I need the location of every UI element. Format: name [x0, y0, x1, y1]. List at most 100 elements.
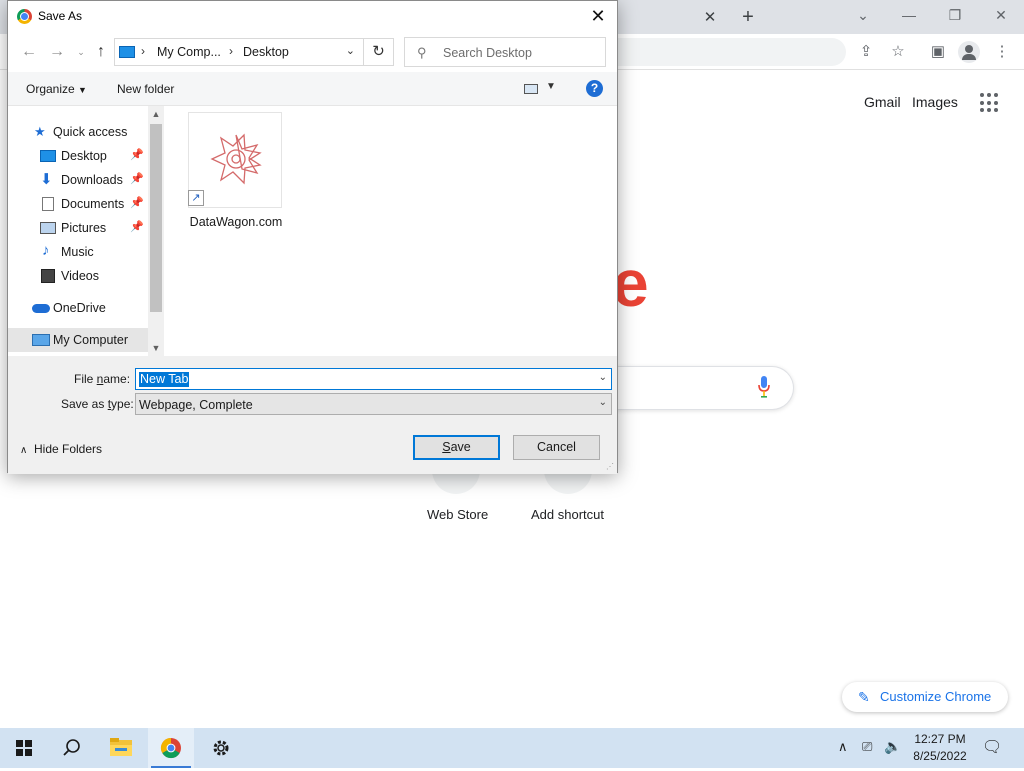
- hide-folders-toggle[interactable]: ∧ Hide Folders: [20, 442, 102, 456]
- add-shortcut-label[interactable]: Add shortcut: [531, 507, 604, 522]
- file-item[interactable]: ↗ DataWagon.com: [186, 112, 282, 229]
- refresh-button[interactable]: ↻: [364, 38, 394, 66]
- dialog-title-bar[interactable]: Save As ✕: [8, 1, 617, 32]
- pictures-icon: [40, 222, 56, 234]
- gmail-link[interactable]: Gmail: [864, 94, 901, 110]
- restore-button[interactable]: ❐: [940, 4, 970, 26]
- menu-kebab-icon[interactable]: ⋮: [992, 42, 1012, 62]
- search-input[interactable]: [441, 44, 601, 61]
- nav-item-my-computer[interactable]: My Computer: [8, 328, 148, 352]
- network-icon[interactable]: ⎚: [862, 739, 872, 755]
- back-arrow-icon[interactable]: ←: [20, 42, 38, 62]
- nav-item-pictures[interactable]: Pictures 📌: [8, 216, 148, 240]
- customize-chrome-button[interactable]: ✎ Customize Chrome: [842, 682, 1008, 712]
- customize-chrome-label: Customize Chrome: [880, 689, 992, 704]
- save-type-select[interactable]: Webpage, Complete ⌄: [135, 393, 612, 415]
- command-bar: Organize ▼ New folder ▼ ?: [8, 72, 617, 106]
- nav-item-documents[interactable]: Documents 📌: [8, 192, 148, 216]
- notifications-icon[interactable]: 🗨: [982, 737, 1002, 757]
- chevron-down-icon[interactable]: ⌄: [599, 372, 607, 383]
- file-explorer-taskbar-button[interactable]: [98, 728, 144, 768]
- recent-locations-icon[interactable]: ⌄: [72, 42, 90, 62]
- organize-label: Organize: [26, 82, 75, 96]
- nav-item-music[interactable]: ♪ Music: [8, 240, 148, 264]
- scroll-up-icon[interactable]: ▲: [148, 106, 164, 122]
- volume-icon[interactable]: 🔈: [884, 738, 901, 755]
- start-button[interactable]: [0, 728, 46, 768]
- nav-label: Downloads: [61, 173, 123, 187]
- google-apps-icon[interactable]: [980, 93, 1000, 113]
- address-breadcrumb[interactable]: › My Comp... › Desktop ⌄: [114, 38, 364, 66]
- breadcrumb-separator-icon[interactable]: ›: [229, 44, 233, 58]
- pin-icon: 📌: [130, 197, 144, 209]
- breadcrumb-separator-icon[interactable]: ›: [141, 44, 145, 58]
- file-name: DataWagon.com: [189, 215, 283, 229]
- download-icon: ⬇: [40, 171, 53, 188]
- nav-label: Desktop: [61, 149, 107, 163]
- new-tab-button[interactable]: +: [738, 6, 758, 28]
- pencil-icon: ✎: [858, 689, 870, 705]
- breadcrumb-desktop[interactable]: Desktop: [243, 45, 289, 59]
- up-arrow-icon[interactable]: ↑: [92, 42, 110, 62]
- view-options-icon[interactable]: [524, 84, 538, 94]
- scroll-down-icon[interactable]: ▼: [148, 340, 164, 356]
- file-name-value[interactable]: New Tab: [139, 372, 190, 387]
- pin-icon: 📌: [130, 149, 144, 161]
- web-store-label[interactable]: Web Store: [427, 507, 488, 522]
- file-name-field[interactable]: New Tab ⌄: [135, 368, 612, 390]
- nav-item-onedrive[interactable]: OneDrive: [8, 296, 148, 320]
- images-link[interactable]: Images: [912, 94, 958, 110]
- tab-close-icon[interactable]: ✕: [700, 8, 720, 28]
- resize-grip-icon[interactable]: ⋰: [606, 462, 614, 471]
- nav-label: My Computer: [53, 333, 129, 347]
- side-panel-icon[interactable]: ▣: [928, 42, 948, 62]
- search-box[interactable]: ⚲: [404, 37, 606, 67]
- profile-avatar-icon[interactable]: [958, 41, 980, 63]
- minimize-button[interactable]: —: [894, 4, 924, 26]
- help-icon[interactable]: ?: [586, 80, 603, 97]
- chevron-down-icon[interactable]: ⌄: [346, 44, 355, 57]
- forward-arrow-icon[interactable]: →: [48, 42, 66, 62]
- chrome-taskbar-button[interactable]: [148, 728, 194, 768]
- share-icon[interactable]: ⇪: [856, 42, 876, 62]
- nav-item-downloads[interactable]: ⬇ Downloads 📌: [8, 168, 148, 192]
- clock-date[interactable]: 8/25/2022: [910, 749, 970, 763]
- chrome-icon: [160, 737, 181, 759]
- nav-label: Quick access: [53, 125, 128, 139]
- settings-taskbar-button[interactable]: [198, 728, 244, 768]
- new-folder-button[interactable]: New folder: [117, 82, 174, 96]
- nav-item-desktop[interactable]: Desktop 📌: [8, 144, 148, 168]
- show-hidden-icons-chevron-icon[interactable]: ∧: [838, 739, 848, 755]
- save-as-dialog: Save As ✕ ← → ⌄ ↑ › My Comp... › Desktop…: [7, 0, 618, 474]
- windows-logo-icon: [16, 740, 32, 756]
- dialog-close-button[interactable]: ✕: [585, 5, 611, 29]
- organize-menu[interactable]: Organize ▼: [26, 82, 87, 96]
- save-button[interactable]: Save: [413, 435, 500, 460]
- nav-scrollbar[interactable]: ▲ ▼: [148, 106, 164, 356]
- cancel-button[interactable]: Cancel: [513, 435, 600, 460]
- navigation-row: ← → ⌄ ↑ › My Comp... › Desktop ⌄ ↻ ⚲: [8, 32, 617, 72]
- pin-icon: 📌: [130, 221, 144, 233]
- computer-icon: [32, 334, 50, 346]
- nav-label: Music: [61, 245, 94, 259]
- chrome-icon: [17, 9, 32, 24]
- dropdown-arrow-icon[interactable]: ▼: [546, 81, 556, 92]
- nav-item-videos[interactable]: Videos: [8, 264, 148, 288]
- star-icon: ★: [34, 124, 46, 139]
- file-list: ↗ DataWagon.com: [164, 106, 617, 356]
- bookmark-star-icon[interactable]: ☆: [888, 42, 908, 62]
- folder-icon: [110, 738, 132, 756]
- scrollbar-thumb[interactable]: [150, 124, 162, 312]
- computer-icon: [119, 46, 135, 58]
- address-bar[interactable]: [610, 38, 846, 66]
- nav-item-quick-access[interactable]: ★ Quick access: [8, 120, 148, 144]
- clock-time[interactable]: 12:27 PM: [910, 732, 970, 746]
- window-close-button[interactable]: ✕: [986, 4, 1016, 26]
- search-taskbar-button[interactable]: [48, 728, 94, 768]
- breadcrumb-my-computer[interactable]: My Comp...: [157, 45, 221, 59]
- hide-folders-label: Hide Folders: [34, 442, 103, 456]
- voice-search-icon[interactable]: [758, 376, 770, 398]
- navigation-pane: ★ Quick access Desktop 📌 ⬇ Downloads 📌 D…: [8, 106, 164, 356]
- tab-search-chevron-icon[interactable]: ⌄: [848, 4, 878, 26]
- chevron-down-icon[interactable]: ⌄: [599, 397, 607, 408]
